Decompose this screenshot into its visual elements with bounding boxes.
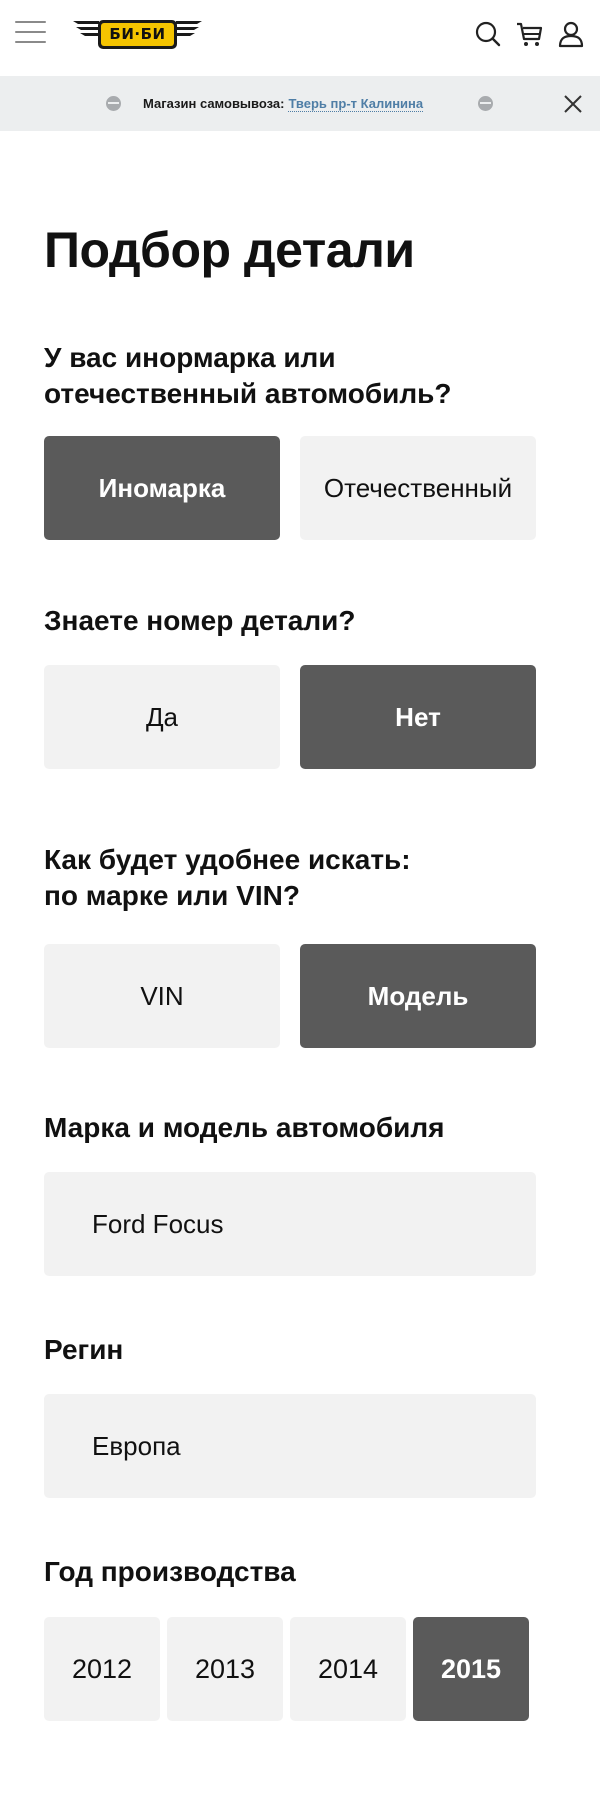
region-field[interactable]: Европа: [44, 1394, 536, 1498]
option-model[interactable]: Модель: [300, 944, 536, 1048]
region-label: Регин: [44, 1334, 124, 1365]
question-part-number: Знаете номер детали?: [44, 605, 356, 636]
search-icon[interactable]: [474, 20, 502, 48]
pickup-store-label: Магазин самовывоза:: [143, 96, 285, 111]
question-line: по марке или VIN?: [44, 880, 300, 911]
close-icon[interactable]: [561, 92, 585, 116]
header: БИ·БИ: [0, 0, 600, 74]
store-marker-icon: [106, 96, 121, 111]
option-vin[interactable]: VIN: [44, 944, 280, 1048]
question-car-origin: У вас инормарка или отечественный автомо…: [44, 340, 451, 412]
pickup-store-link[interactable]: Тверь пр-т Калинина: [288, 96, 424, 112]
car-model-field[interactable]: Ford Focus: [44, 1172, 536, 1276]
year-option-2012[interactable]: 2012: [44, 1617, 160, 1721]
pickup-store-banner: Магазин самовывоза: Тверь пр-т Калинина: [0, 76, 600, 131]
pickup-store-text: Магазин самовывоза: Тверь пр-т Калинина: [143, 93, 424, 115]
year-label: Год производства: [44, 1556, 296, 1587]
year-option-2014[interactable]: 2014: [290, 1617, 406, 1721]
car-model-label: Марка и модель автомобиля: [44, 1112, 445, 1143]
store-marker-icon: [478, 96, 493, 111]
question-line: Как будет удобнее искать:: [44, 844, 411, 875]
page-title: Подбор детали: [44, 222, 415, 278]
cart-icon[interactable]: [515, 20, 543, 48]
year-option-2013[interactable]: 2013: [167, 1617, 283, 1721]
question-line: У вас инормарка или: [44, 342, 336, 373]
year-option-2015[interactable]: 2015: [413, 1617, 529, 1721]
option-foreign-car[interactable]: Иномарка: [44, 436, 280, 540]
option-no[interactable]: Нет: [300, 665, 536, 769]
option-domestic-car[interactable]: Отечественный: [300, 436, 536, 540]
question-line: отечественный автомобиль?: [44, 378, 452, 409]
user-icon[interactable]: [557, 20, 585, 48]
menu-icon[interactable]: [15, 19, 46, 45]
logo[interactable]: БИ·БИ: [73, 18, 202, 51]
option-yes[interactable]: Да: [44, 665, 280, 769]
logo-text: БИ·БИ: [109, 25, 166, 43]
question-search-method: Как будет удобнее искать: по марке или V…: [44, 842, 411, 914]
